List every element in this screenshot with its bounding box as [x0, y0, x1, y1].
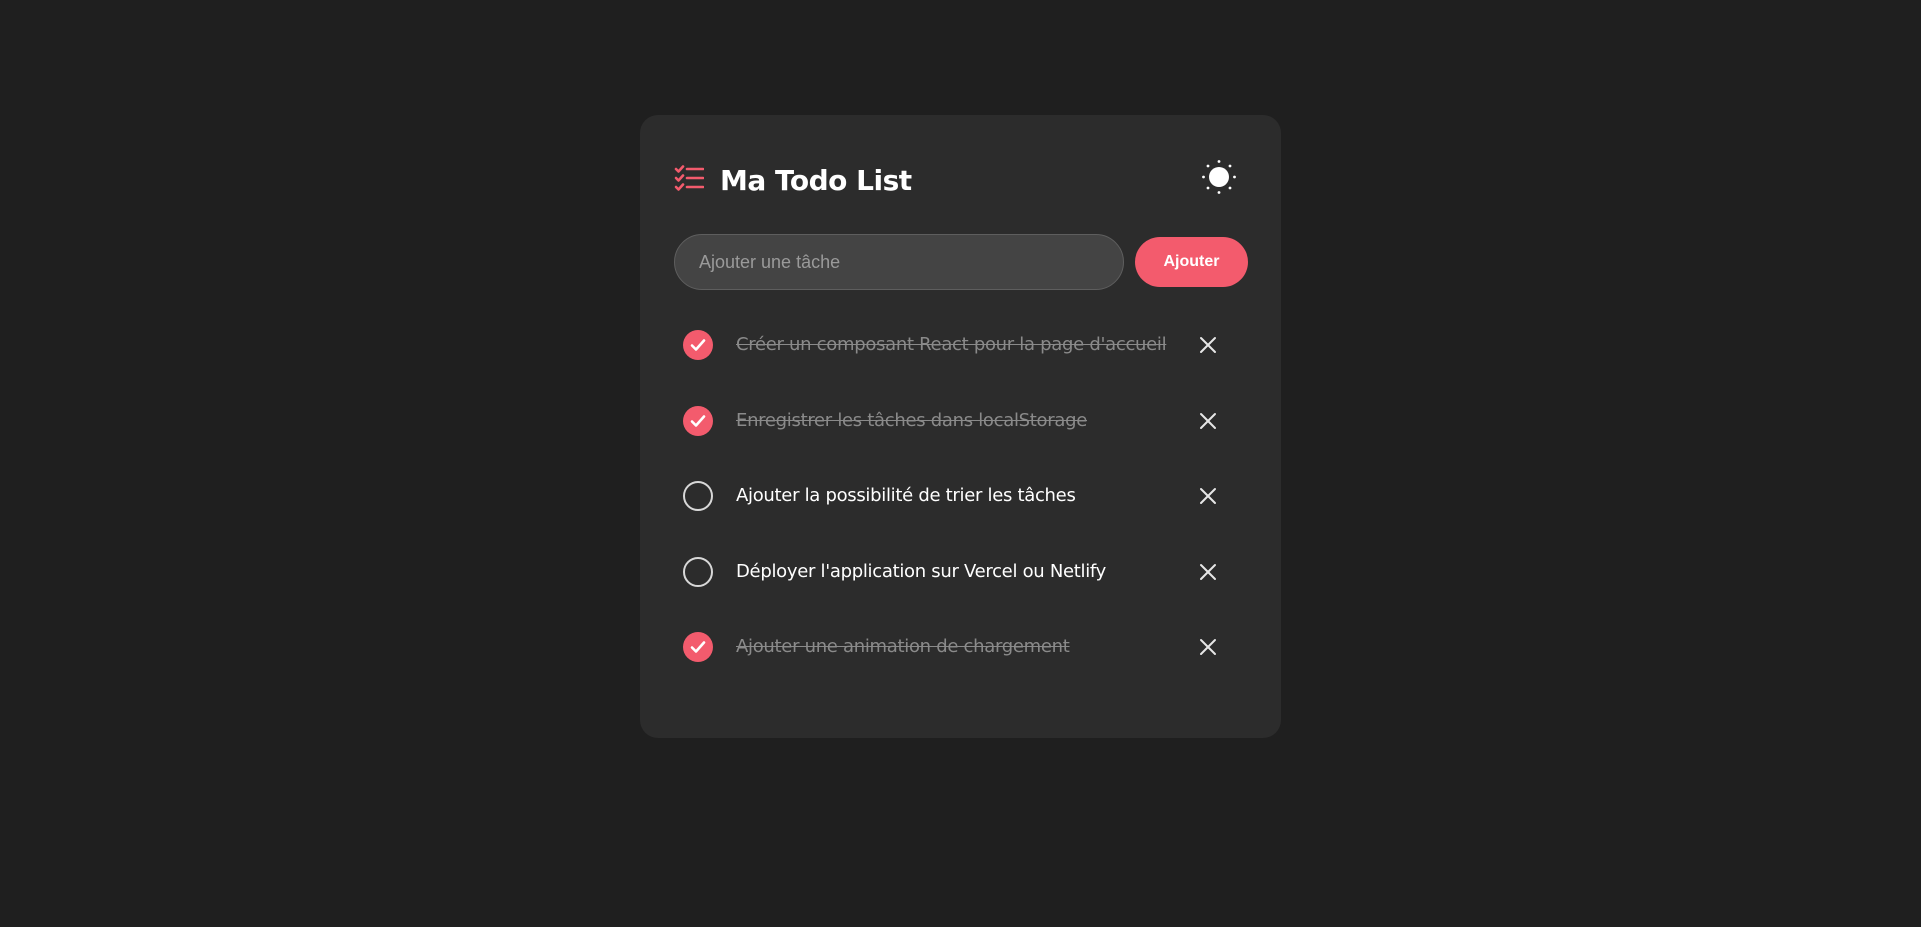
delete-button[interactable]: [1194, 558, 1222, 586]
todo-list: Créer un composant React pour la page d'…: [674, 307, 1248, 685]
delete-button[interactable]: [1194, 331, 1222, 359]
task-input[interactable]: [674, 234, 1124, 290]
delete-button[interactable]: [1194, 633, 1222, 661]
theme-toggle-button[interactable]: [1197, 157, 1241, 201]
header: Ma Todo List: [674, 155, 1241, 211]
check-icon: [690, 414, 706, 427]
close-icon: [1200, 563, 1216, 580]
todo-item: Enregistrer les tâches dans localStorage: [674, 383, 1248, 459]
close-icon: [1200, 639, 1216, 656]
todo-text: Ajouter la possibilité de trier les tâch…: [736, 485, 1076, 507]
check-icon: [690, 641, 706, 654]
checklist-icon: [674, 165, 705, 193]
todo-item: Créer un composant React pour la page d'…: [674, 307, 1248, 383]
page-title: Ma Todo List: [720, 164, 912, 197]
todo-checkbox[interactable]: [683, 632, 713, 663]
close-icon: [1200, 488, 1216, 505]
add-task-form: Ajouter: [674, 234, 1248, 290]
todo-text: Enregistrer les tâches dans localStorage: [736, 409, 1087, 431]
todo-text: Ajouter une animation de chargement: [736, 636, 1070, 658]
todo-item: Ajouter une animation de chargement: [674, 609, 1248, 685]
todo-text: Créer un composant React pour la page d'…: [736, 334, 1167, 355]
todo-checkbox[interactable]: [683, 405, 713, 436]
todo-checkbox[interactable]: [683, 481, 713, 512]
todo-item: Ajouter la possibilité de trier les tâch…: [674, 458, 1248, 534]
check-icon: [690, 339, 706, 351]
delete-button[interactable]: [1194, 407, 1222, 435]
todo-item: Déployer l'application sur Vercel ou Net…: [674, 534, 1248, 610]
sun-icon: [1201, 159, 1237, 200]
close-icon: [1200, 337, 1216, 353]
delete-button[interactable]: [1194, 482, 1222, 510]
add-button[interactable]: Ajouter: [1135, 237, 1248, 287]
todo-text: Déployer l'application sur Vercel ou Net…: [736, 560, 1106, 582]
close-icon: [1200, 412, 1216, 429]
todo-checkbox[interactable]: [683, 556, 713, 587]
todo-card: Ma Todo List Ajouter une tâche Ajouter C…: [640, 115, 1281, 738]
todo-checkbox[interactable]: [683, 330, 713, 360]
